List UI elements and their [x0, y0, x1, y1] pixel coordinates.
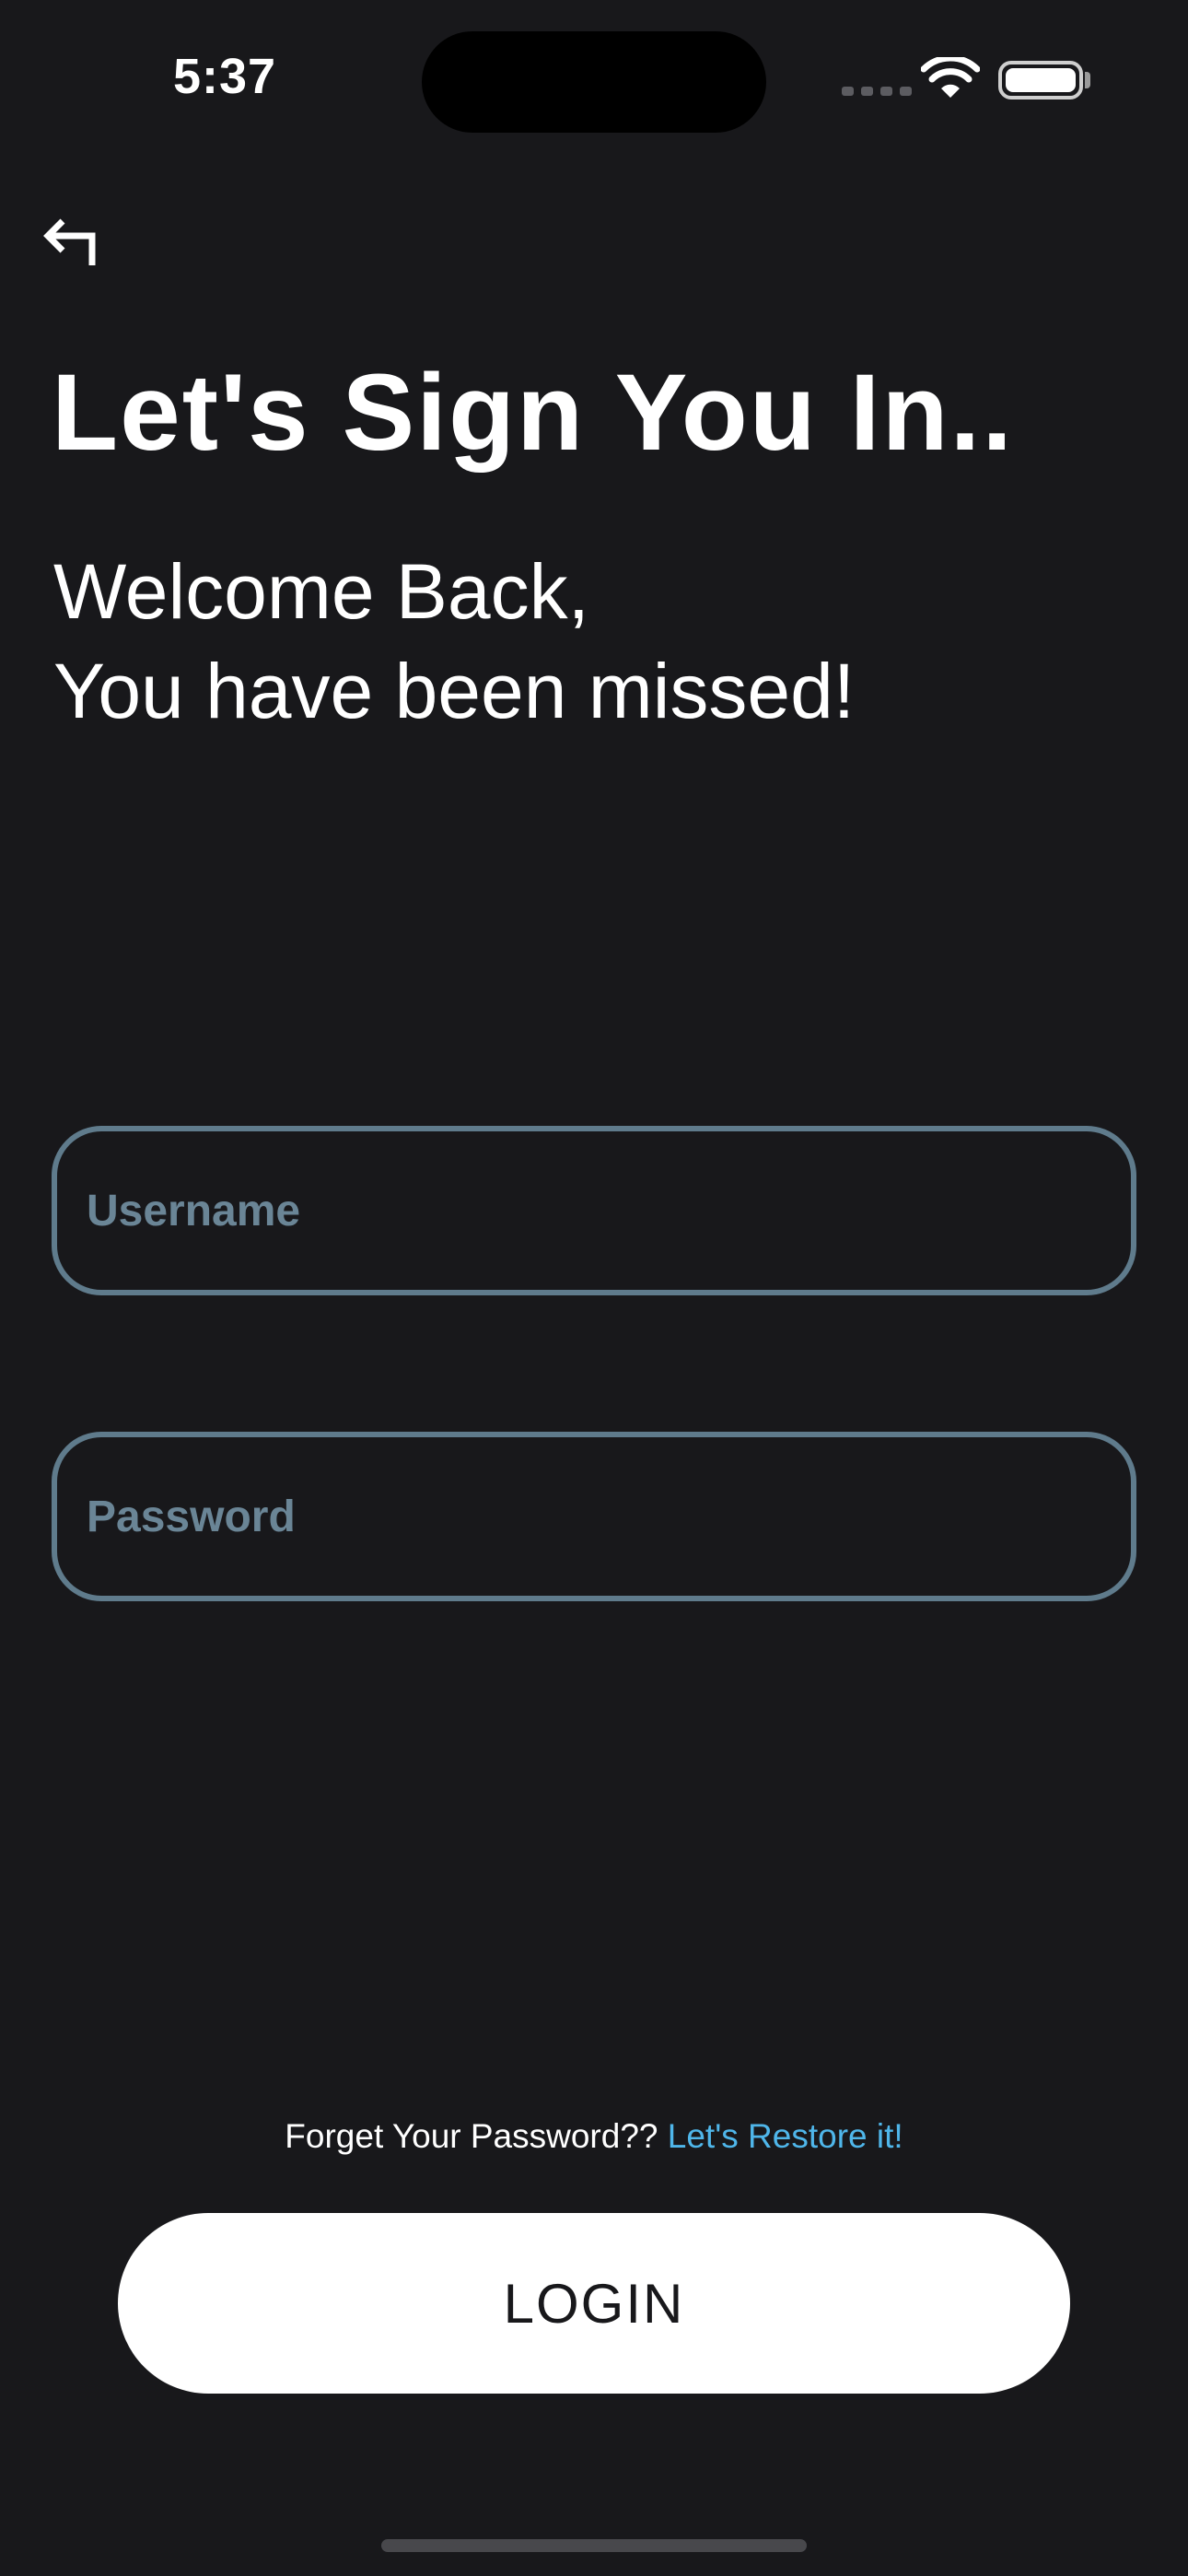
password-input[interactable] — [52, 1432, 1136, 1601]
login-button[interactable]: LOGIN — [118, 2213, 1070, 2394]
username-input[interactable] — [52, 1126, 1136, 1295]
wifi-icon — [921, 57, 980, 98]
page-title: Let's Sign You In.. — [52, 352, 1015, 474]
battery-icon — [998, 61, 1083, 100]
battery-cap — [1085, 72, 1090, 88]
cellular-signal-icon — [842, 87, 912, 96]
forgot-password-row: Forget Your Password?? Let's Restore it! — [0, 2117, 1188, 2156]
status-time: 5:37 — [173, 49, 277, 104]
page-subtitle: Welcome Back, You have been missed! — [53, 542, 855, 741]
back-arrow-icon[interactable] — [41, 210, 105, 275]
home-indicator — [381, 2539, 807, 2552]
subtitle-line-1: Welcome Back, — [53, 548, 589, 635]
subtitle-line-2: You have been missed! — [53, 648, 856, 734]
dynamic-island — [422, 31, 766, 133]
forgot-password-text: Forget Your Password?? — [285, 2117, 668, 2155]
restore-password-link[interactable]: Let's Restore it! — [668, 2117, 903, 2155]
